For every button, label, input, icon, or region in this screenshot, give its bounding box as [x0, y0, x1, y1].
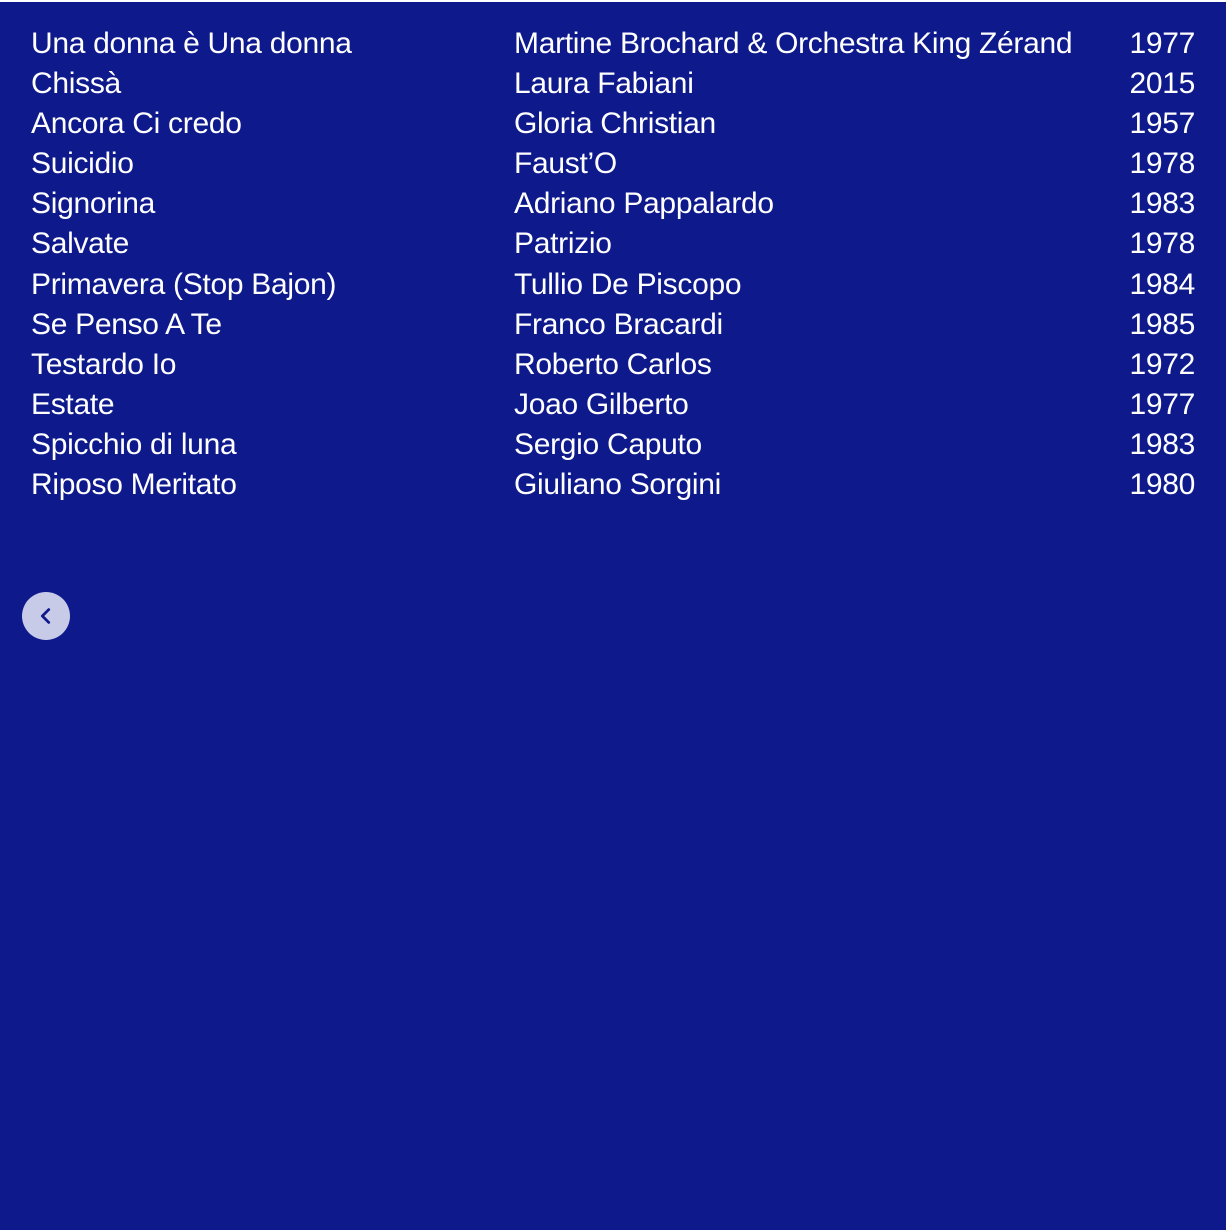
track-year: 1983 [1129, 187, 1195, 221]
track-artist: Martine Brochard & Orchestra King Zérand [514, 27, 1073, 60]
track-year: 1978 [1129, 147, 1195, 181]
track-title: Se Penso A Te [31, 307, 222, 341]
chevron-left-icon [35, 605, 57, 627]
track-title: Una donna è Una donna [31, 27, 352, 60]
track-title: Estate [31, 387, 115, 421]
track-title: Ancora Ci credo [31, 107, 242, 141]
track-year: 1985 [1129, 307, 1195, 341]
track-row: Una donna è Una donna Martine Brochard &… [0, 24, 1226, 64]
track-artist: Adriano Pappalardo [514, 187, 774, 221]
track-year: 2015 [1129, 67, 1195, 101]
track-year: 1957 [1129, 107, 1195, 141]
track-year: 1972 [1129, 347, 1195, 381]
track-artist: Sergio Caputo [514, 427, 702, 461]
track-title: Suicidio [31, 147, 134, 181]
track-artist: Joao Gilberto [514, 387, 689, 421]
track-artist: Patrizio [514, 227, 612, 261]
track-artist: Franco Bracardi [514, 307, 723, 341]
track-title: Signorina [31, 187, 156, 221]
track-row: Spicchio di luna Sergio Caputo 1983 [0, 425, 1226, 465]
track-row: Ancora Ci credo Gloria Christian 1957 [0, 104, 1226, 144]
track-title: Chissà [31, 67, 121, 101]
track-artist: Giuliano Sorgini [514, 468, 721, 502]
track-year: 1980 [1129, 468, 1195, 502]
track-year: 1977 [1129, 387, 1195, 421]
track-row: Primavera (Stop Bajon) Tullio De Piscopo… [0, 265, 1226, 305]
track-artist: Roberto Carlos [514, 347, 712, 381]
track-row: Testardo Io Roberto Carlos 1972 [0, 345, 1226, 385]
track-row: Chissà Laura Fabiani 2015 [0, 64, 1226, 104]
track-row: Signorina Adriano Pappalardo 1983 [0, 184, 1226, 224]
track-title: Riposo Meritato [31, 468, 237, 502]
tracklist: Una donna è Una donna Martine Brochard &… [0, 24, 1226, 505]
track-artist: Tullio De Piscopo [514, 267, 742, 301]
previous-slide-button[interactable] [22, 592, 70, 640]
top-border [0, 0, 1226, 2]
track-row: Riposo Meritato Giuliano Sorgini 1980 [0, 465, 1226, 505]
track-row: Se Penso A Te Franco Bracardi 1985 [0, 305, 1226, 345]
track-row: Salvate Patrizio 1978 [0, 224, 1226, 264]
track-title: Primavera (Stop Bajon) [31, 267, 337, 301]
track-artist: Gloria Christian [514, 107, 716, 141]
track-year: 1983 [1129, 427, 1195, 461]
track-year: 1977 [1129, 27, 1195, 60]
track-year: 1978 [1129, 227, 1195, 261]
track-title: Testardo Io [31, 347, 177, 381]
track-row: Suicidio Faust’O 1978 [0, 144, 1226, 184]
track-row: Estate Joao Gilberto 1977 [0, 385, 1226, 425]
track-title: Salvate [31, 227, 129, 261]
track-artist: Laura Fabiani [514, 67, 694, 101]
track-title: Spicchio di luna [31, 427, 237, 461]
track-artist: Faust’O [514, 147, 617, 181]
track-year: 1984 [1129, 267, 1195, 301]
